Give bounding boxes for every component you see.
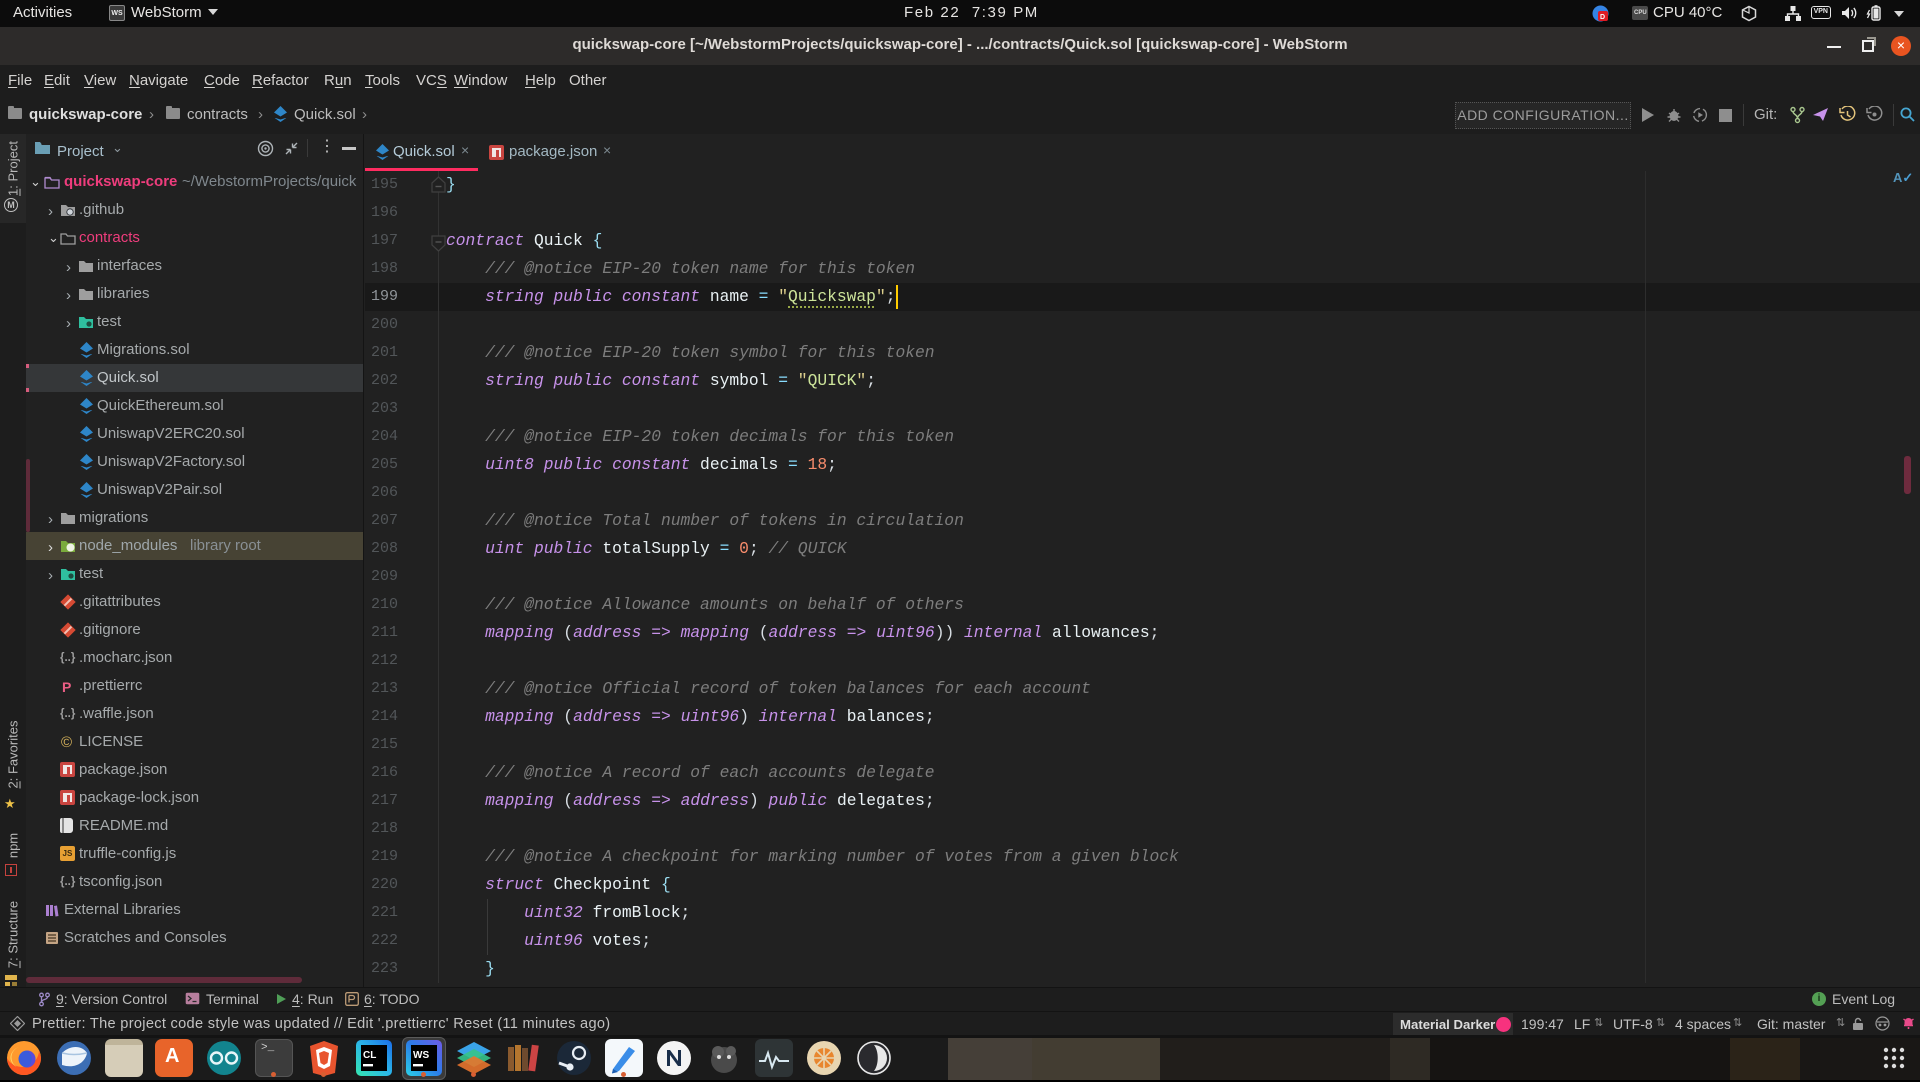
svg-text:D: D [1600, 14, 1605, 21]
svg-text:WS: WS [413, 1050, 429, 1061]
svg-text:CL: CL [363, 1050, 376, 1061]
